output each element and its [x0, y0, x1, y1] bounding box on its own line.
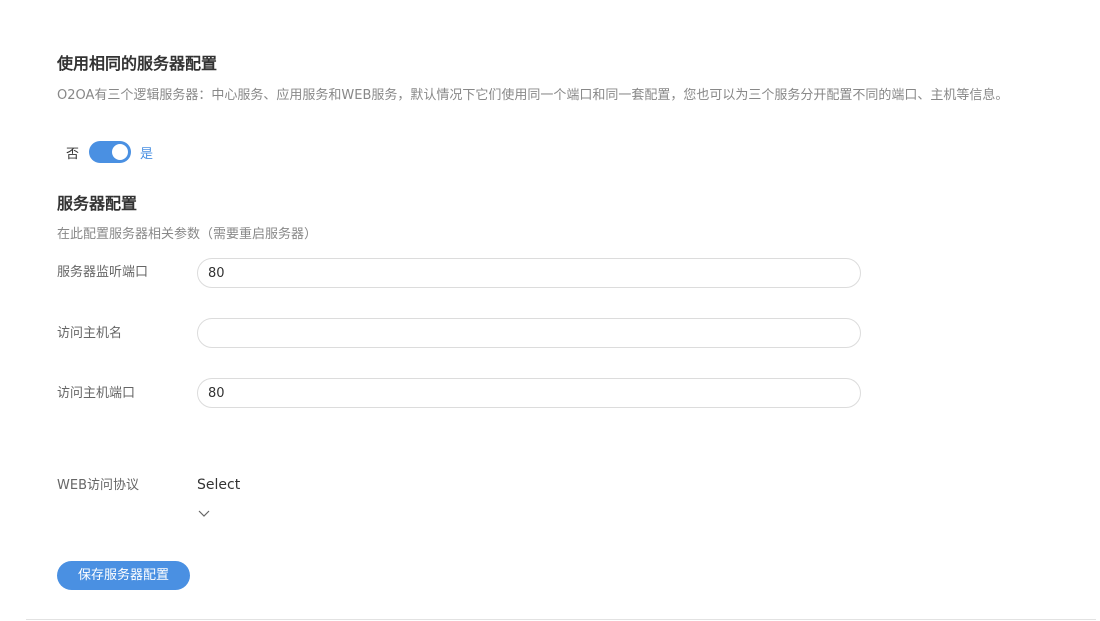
protocol-label: WEB访问协议 — [57, 478, 139, 493]
host-name-input[interactable] — [197, 318, 861, 348]
switch-knob — [112, 144, 129, 160]
same-config-description: O2OA有三个逻辑服务器：中心服务、应用服务和WEB服务，默认情况下它们使用同一… — [57, 88, 1009, 103]
server-config-page: 使用相同的服务器配置 O2OA有三个逻辑服务器：中心服务、应用服务和WEB服务，… — [0, 0, 1100, 621]
host-port-input[interactable] — [197, 378, 861, 408]
host-port-label: 访问主机端口 — [57, 386, 136, 401]
host-name-label: 访问主机名 — [57, 326, 123, 341]
server-config-title: 服务器配置 — [57, 194, 138, 213]
toggle-off-label: 否 — [66, 146, 80, 162]
same-config-title: 使用相同的服务器配置 — [57, 54, 218, 73]
same-config-toggle-row: 否 是 — [66, 140, 153, 164]
listen-port-label: 服务器监听端口 — [57, 265, 149, 280]
bottom-divider — [26, 619, 1096, 620]
save-server-config-button[interactable]: 保存服务器配置 — [57, 561, 190, 590]
toggle-on-label: 是 — [140, 146, 154, 162]
listen-port-input[interactable] — [197, 258, 861, 288]
server-config-description: 在此配置服务器相关参数（需要重启服务器） — [57, 227, 318, 242]
protocol-select[interactable]: Select — [197, 475, 240, 495]
chevron-down-icon[interactable] — [197, 508, 211, 520]
same-config-switch[interactable] — [89, 141, 132, 163]
